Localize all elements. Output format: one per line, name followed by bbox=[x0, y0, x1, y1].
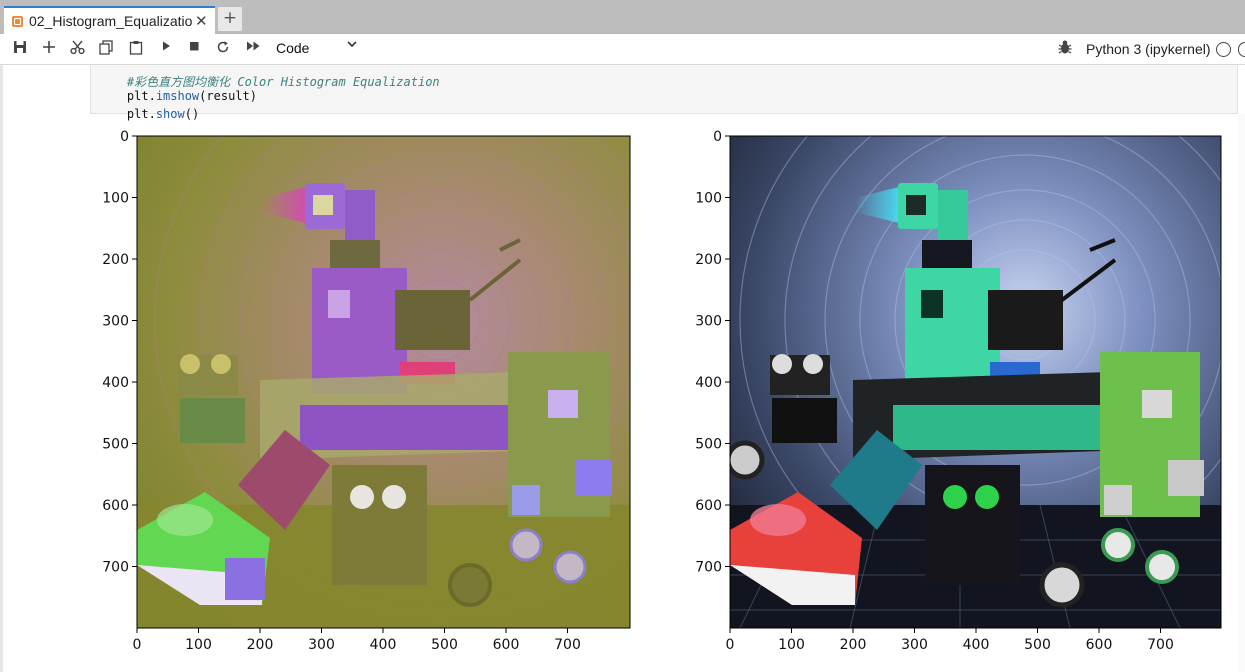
y-tick-label: 500 bbox=[695, 437, 722, 453]
y-tick-label: 600 bbox=[102, 498, 129, 514]
y-tick-label: 700 bbox=[695, 560, 722, 576]
x-tick-label: 0 bbox=[133, 637, 142, 653]
x-tick-label: 400 bbox=[963, 637, 990, 653]
y-tick-label: 400 bbox=[695, 375, 722, 391]
y-tick-label: 200 bbox=[102, 252, 129, 268]
x-tick-label: 700 bbox=[554, 637, 581, 653]
y-tick-label: 300 bbox=[695, 314, 722, 330]
x-tick-label: 100 bbox=[185, 637, 212, 653]
x-tick-label: 500 bbox=[431, 637, 458, 653]
x-tick-label: 600 bbox=[493, 637, 520, 653]
output-figure: 0 100 200 300 400 500 600 700 0 100 200 300 400 500 60… bbox=[102, 129, 1222, 653]
y-tick-label: 100 bbox=[695, 191, 722, 207]
x-tick-label: 500 bbox=[1024, 637, 1051, 653]
y-tick-label: 100 bbox=[102, 191, 129, 207]
x-tick-label: 200 bbox=[247, 637, 274, 653]
y-tick-label: 500 bbox=[102, 437, 129, 453]
x-tick-label: 100 bbox=[778, 637, 805, 653]
y-tick-label: 600 bbox=[695, 498, 722, 514]
equalized-rgb-image bbox=[730, 136, 1221, 628]
scrollbar[interactable] bbox=[1238, 114, 1245, 672]
y-tick-label: 700 bbox=[102, 560, 129, 576]
y-tick-label: 200 bbox=[695, 252, 722, 268]
y-tick-label: 400 bbox=[102, 375, 129, 391]
x-tick-label: 300 bbox=[901, 637, 928, 653]
y-tick-label: 300 bbox=[102, 314, 129, 330]
x-tick-label: 200 bbox=[840, 637, 867, 653]
equalized-yuv-image bbox=[137, 136, 630, 628]
x-tick-label: 600 bbox=[1086, 637, 1113, 653]
x-tick-label: 700 bbox=[1147, 637, 1174, 653]
x-tick-label: 300 bbox=[308, 637, 335, 653]
x-tick-label: 0 bbox=[726, 637, 735, 653]
y-tick-label: 0 bbox=[713, 129, 722, 145]
y-tick-label: 0 bbox=[120, 129, 129, 145]
x-tick-label: 400 bbox=[370, 637, 397, 653]
